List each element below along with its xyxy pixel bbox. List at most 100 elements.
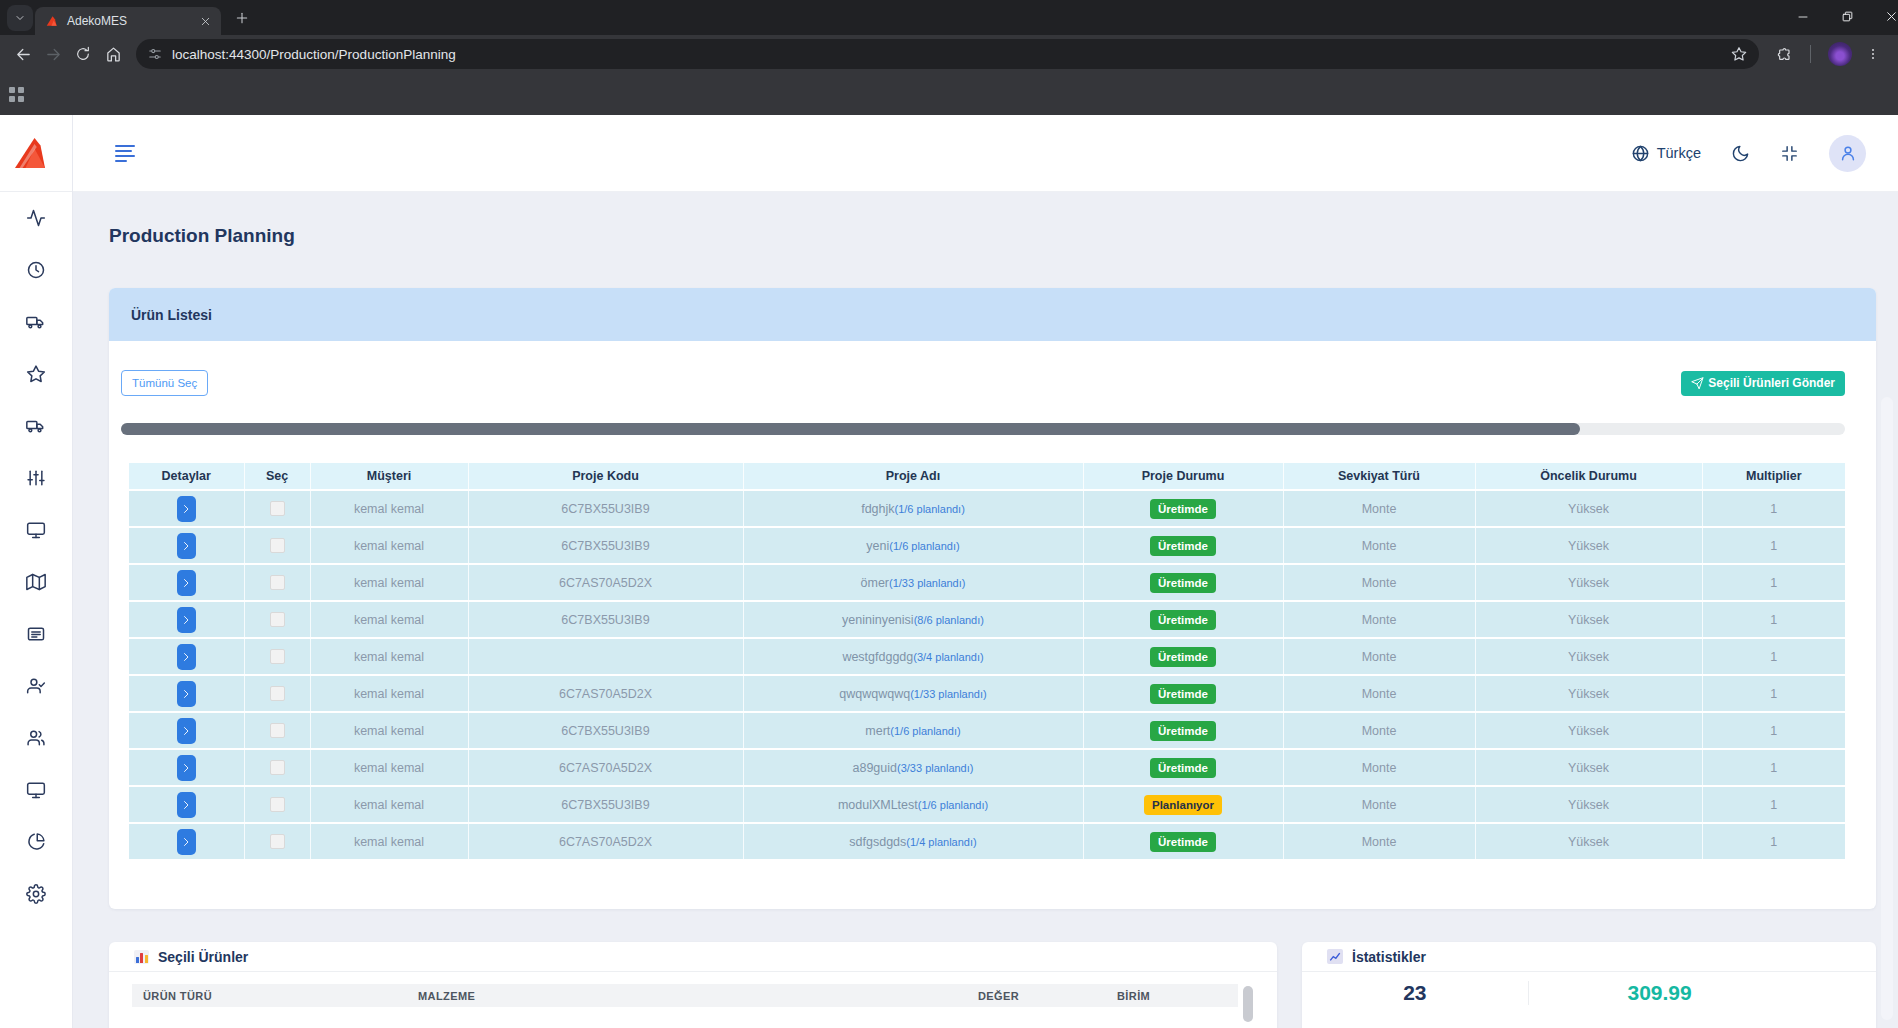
app-logo[interactable] [0,115,72,192]
sidebar-item-map[interactable] [0,556,72,608]
language-selector[interactable]: Türkçe [1631,144,1701,163]
row-select-checkbox[interactable] [270,797,285,812]
multiplier-cell: 1 [1702,564,1845,601]
sidebar-item-star[interactable] [0,348,72,400]
row-detail-button[interactable] [177,681,196,707]
sidebar-item-activity[interactable] [0,192,72,244]
back-button[interactable] [8,39,38,69]
vertical-scrollbar-thumb[interactable] [1243,986,1253,1022]
row-select-checkbox[interactable] [270,649,285,664]
customer-cell: kemal kemal [310,712,468,749]
sidebar-item-clock[interactable] [0,244,72,296]
url-text[interactable]: localhost:44300/Production/ProductionPla… [172,47,1731,62]
browser-profile-avatar[interactable] [1828,42,1852,66]
row-detail-button[interactable] [177,829,196,855]
project-planned-link[interactable]: (1/6 planlandı) [889,540,959,552]
row-detail-button[interactable] [177,792,196,818]
row-detail-button[interactable] [177,644,196,670]
sidebar-item-monitor[interactable] [0,764,72,816]
table-row: kemal kemal 6C7AS70A5D2X ömer(1/33 planl… [129,564,1845,601]
clock-icon [26,260,46,280]
horizontal-scrollbar[interactable] [121,423,1845,435]
apps-grid-icon[interactable] [9,87,24,102]
column-header: Proje Kodu [468,463,743,490]
row-select-checkbox[interactable] [270,575,285,590]
table-row: kemal kemal 6C7AS70A5D2X a89guid(3/33 pl… [129,749,1845,786]
url-bar[interactable]: localhost:44300/Production/ProductionPla… [136,39,1759,69]
row-detail-button[interactable] [177,718,196,744]
dark-mode-icon[interactable] [1731,144,1750,163]
tab-search-button[interactable] [7,5,33,31]
extensions-icon[interactable] [1777,46,1793,62]
browser-menu-icon[interactable] [1866,47,1880,61]
bookmark-star-icon[interactable] [1731,46,1747,62]
row-select-checkbox[interactable] [270,501,285,516]
sidebar-item-truck[interactable] [0,400,72,452]
window-close-button[interactable] [1869,0,1898,33]
project-planned-link[interactable]: (1/4 planlandı) [906,836,976,848]
row-detail-button[interactable] [177,607,196,633]
project-name-cell: westgfdggdg(3/4 planlandı) [743,638,1083,675]
row-select-checkbox[interactable] [270,760,285,775]
project-planned-link[interactable]: (1/33 planlandı) [889,577,965,589]
row-select-checkbox[interactable] [270,834,285,849]
status-badge: Üretimde [1150,610,1216,630]
sidebar-item-sliders[interactable] [0,452,72,504]
row-select-checkbox[interactable] [270,686,285,701]
customer-cell: kemal kemal [310,601,468,638]
horizontal-scrollbar-thumb[interactable] [121,423,1580,435]
user-avatar[interactable] [1829,135,1866,172]
row-detail-button[interactable] [177,755,196,781]
sidebar-item-pie-chart[interactable] [0,816,72,868]
multiplier-cell: 1 [1702,490,1845,527]
sidebar-item-users[interactable] [0,712,72,764]
user-check-icon [26,676,46,696]
project-planned-link[interactable]: (1/6 planlandı) [890,725,960,737]
status-badge: Üretimde [1150,573,1216,593]
row-detail-button[interactable] [177,533,196,559]
page-scrollbar[interactable] [1881,397,1893,1020]
browser-tab[interactable]: AdekoMES [35,7,221,35]
project-name-cell: modulXMLtest(1/6 planlandı) [743,786,1083,823]
row-detail-button[interactable] [177,496,196,522]
sidebar-item-truck[interactable] [0,296,72,348]
project-planned-link[interactable]: (3/4 planlandı) [913,651,983,663]
select-all-button[interactable]: Tümünü Seç [121,370,208,396]
project-name: fdghjk [861,502,894,516]
project-planned-link[interactable]: (8/6 planlandı) [914,614,984,626]
project-name: modulXMLtest [838,798,918,812]
row-select-checkbox[interactable] [270,723,285,738]
window-restore-button[interactable] [1825,0,1869,33]
fullscreen-icon[interactable] [1780,144,1799,163]
row-detail-button[interactable] [177,570,196,596]
project-planned-link[interactable]: (1/6 planlandı) [895,503,965,515]
multiplier-cell: 1 [1702,823,1845,860]
send-selected-button[interactable]: Seçili Ürünleri Gönder [1681,371,1845,396]
new-tab-button[interactable] [235,11,249,25]
sidebar-item-monitor[interactable] [0,504,72,556]
project-planned-link[interactable]: (1/6 planlandı) [918,799,988,811]
sidebar-item-message-lines[interactable] [0,608,72,660]
product-list-card: Ürün Listesi Tümünü Seç Seçili Ürünleri … [109,288,1876,909]
table-row: kemal kemal 6C7AS70A5D2X qwqwqwqwq(1/33 … [129,675,1845,712]
project-planned-link[interactable]: (3/33 planlandı) [897,762,973,774]
sidebar-item-settings[interactable] [0,868,72,920]
menu-toggle-icon[interactable] [115,145,135,162]
site-settings-icon[interactable] [148,47,162,61]
row-select-checkbox[interactable] [270,538,285,553]
column-header: Multiplier [1702,463,1845,490]
row-select-checkbox[interactable] [270,612,285,627]
sidebar-item-user-check[interactable] [0,660,72,712]
forward-button[interactable] [38,39,68,69]
project-planned-link[interactable]: (1/33 planlandı) [910,688,986,700]
shipment-cell: Monte [1283,638,1475,675]
bookmarks-bar [0,73,1898,115]
home-button[interactable] [98,39,128,69]
truck-icon [26,312,46,332]
window-minimize-button[interactable] [1781,0,1825,33]
status-badge: Üretimde [1150,721,1216,741]
reload-button[interactable] [68,39,98,69]
tab-close-icon[interactable] [200,16,211,27]
project-code-cell: 6C7AS70A5D2X [468,823,743,860]
selected-products-column-header: ÜRÜN TÜRÜ [143,990,418,1002]
